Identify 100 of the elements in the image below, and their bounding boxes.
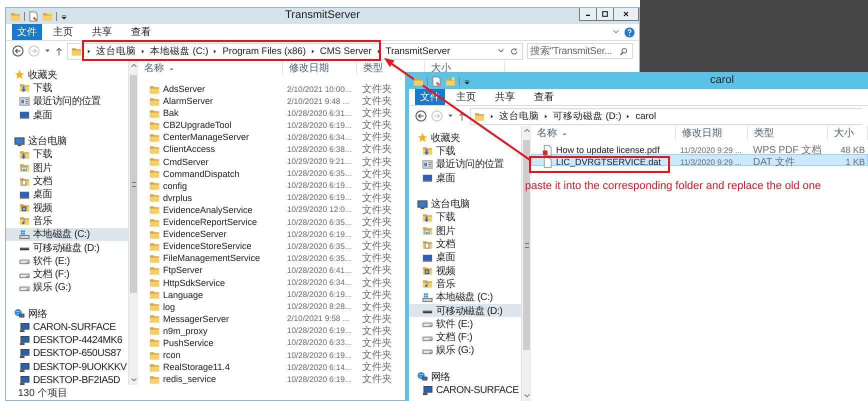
file-row[interactable]: AdsServer 2/10/2021 10:00... 文件夹 (138, 81, 405, 94)
nav-item[interactable]: CARON-SURFACE (6, 320, 128, 334)
up-arrow-icon[interactable] (55, 46, 63, 56)
back-icon[interactable] (415, 110, 427, 122)
folder-icon[interactable] (413, 76, 424, 86)
file-row[interactable]: dvrplus 10/28/2020 6:19... 文件夹 (138, 190, 405, 202)
nav-item[interactable]: DESKTOP-BF2IA5D (6, 374, 128, 388)
column-header[interactable]: 大小 (828, 126, 868, 140)
breadcrumb[interactable]: CMS Server (320, 46, 372, 56)
nav-item[interactable]: DESKTOP-4424MK6 (6, 334, 128, 348)
file-row[interactable]: CenterManageServer 10/28/2020 6:34... 文件夹 (138, 129, 405, 142)
search-field[interactable]: 搜索"TransmitSer... (527, 43, 633, 59)
help-icon[interactable] (624, 26, 635, 38)
breadcrumb[interactable]: 本地磁盘 (C:) (150, 44, 208, 58)
file-row[interactable]: RealStorage11.4 10/28/2020 6:14... 文件夹 (138, 359, 405, 372)
nav-item[interactable]: 下载 (409, 144, 521, 158)
nav-item[interactable]: 可移动磁盘 (D:) (6, 240, 128, 254)
ribbon-tab[interactable]: 共享 (487, 89, 523, 105)
file-row[interactable]: CommandDispatch 10/28/2020 6:35... 文件夹 (138, 166, 405, 178)
address-bar[interactable]: 这台电脑 可移动磁盘 (D:) carol (470, 108, 862, 124)
address-bar[interactable]: 这台电脑 本地磁盘 (C:) Program Files (x86) CMS Server TransmitServer (67, 42, 523, 60)
file-row[interactable]: EvidenceReportService 10/28/2020 6:35... 文件夹 (138, 214, 405, 226)
file-row[interactable]: HttpSdkService 10/28/2020 6:34... 文件夹 (138, 274, 405, 287)
nav-item[interactable]: 视频 (6, 200, 128, 214)
nav-item[interactable]: 桌面 (6, 188, 128, 201)
nav-item[interactable]: 音乐 (6, 214, 128, 228)
column-header[interactable]: 类型 (748, 126, 828, 140)
ribbon-tab[interactable]: 查看 (526, 89, 562, 105)
column-header[interactable]: 修改日期 (283, 61, 357, 75)
nav-item[interactable]: 文档 (F:) (6, 267, 128, 281)
breadcrumb[interactable]: 这台电脑 (96, 44, 136, 58)
nav-item[interactable]: 本地磁盘 (C:) (6, 228, 128, 241)
column-header[interactable]: 名称 (531, 126, 676, 140)
nav-item[interactable]: 软件 (E:) (6, 254, 128, 268)
file-row[interactable]: n9m_proxy 10/28/2020 6:19... 文件夹 (138, 322, 405, 335)
file-row[interactable]: MessagerServer 2/10/2021 9:58 ... 文件夹 (138, 310, 405, 323)
ribbon-tab[interactable]: 主页 (448, 89, 484, 105)
nav-item[interactable]: 娱乐 (G:) (409, 344, 521, 358)
file-row[interactable]: PushService 10/28/2020 6:33... 文件夹 (138, 334, 405, 348)
nav-item[interactable]: 本地磁盘 (C:) (409, 290, 521, 304)
breadcrumb[interactable]: 可移动磁盘 (D:) (553, 110, 622, 122)
nav-item[interactable]: 可移动磁盘 (D:) (409, 304, 521, 318)
file-row[interactable]: FileManagementService 10/28/2020 6:35... 文件夹 (138, 250, 405, 262)
breadcrumb[interactable]: 这台电脑 (499, 110, 539, 122)
breadcrumb[interactable]: TransmitServer (386, 46, 450, 56)
ribbon-tab[interactable]: 共享 (84, 24, 120, 40)
file-row[interactable]: rcon 10/28/2020 6:19... 文件夹 (138, 347, 405, 360)
nav-item[interactable]: 网络 (6, 307, 128, 321)
file-row[interactable]: EvidenceAnalyService 10/29/2020 12:0... 文件夹 (138, 202, 405, 214)
ribbon-tab[interactable]: 查看 (123, 24, 159, 40)
nav-item[interactable]: 这台电脑 (6, 134, 128, 148)
up-arrow-icon[interactable] (458, 110, 466, 122)
nav-item[interactable]: 下载 (409, 210, 521, 224)
scrollbar[interactable] (128, 61, 138, 385)
file-row[interactable]: redis_service 10/28/2020 6:19... 文件夹 (138, 371, 405, 384)
file-tab[interactable]: 文件 (12, 24, 42, 40)
nav-item[interactable]: 桌面 (6, 108, 128, 122)
nav-item[interactable]: 收藏夹 (6, 68, 128, 82)
nav-item[interactable]: 最近访问的位置 (6, 94, 128, 108)
column-header[interactable]: 修改日期 (676, 126, 748, 140)
file-row[interactable]: FtpServer 10/28/2020 6:41... 文件夹 (138, 262, 405, 274)
nav-item[interactable]: DESKTOP-9UOKKKV (6, 360, 128, 374)
file-row[interactable]: Bak 10/28/2020 6:31... 文件夹 (138, 105, 405, 118)
nav-item[interactable]: 收藏夹 (409, 131, 521, 144)
scroll-thumb[interactable] (130, 75, 137, 293)
nav-item[interactable]: CARON-SURFACE (409, 384, 521, 397)
nav-item[interactable]: 文档 (6, 174, 128, 188)
nav-item[interactable]: 桌面 (409, 170, 521, 184)
file-row[interactable]: ClientAccess 10/28/2020 6:38... 文件夹 (138, 141, 405, 154)
breadcrumb[interactable]: carol (635, 110, 656, 122)
nav-item[interactable]: 图片 (409, 224, 521, 238)
nav-item[interactable]: 视频 (409, 264, 521, 278)
file-row[interactable]: EvidenceStoreService 10/28/2020 6:35... 文件夹 (138, 238, 405, 250)
nav-item[interactable]: 网络 (409, 370, 521, 384)
file-row[interactable]: Language 10/28/2020 6:19... 文件夹 (138, 286, 405, 299)
file-row[interactable]: LIC_DVRGTSERVICE.dat 11/3/2020 9:29 ... DAT 文件 1 KB (531, 154, 868, 166)
nav-item[interactable]: 软件 (E:) (409, 317, 521, 330)
nav-item[interactable]: 下载 (6, 81, 128, 95)
refresh-icon[interactable] (510, 46, 519, 56)
file-row[interactable]: How to update license.pdf 11/3/2020 9:29 ... WPS PDF 文档 48 KB (531, 142, 868, 154)
nav-item[interactable]: 文档 (F:) (409, 330, 521, 344)
nav-item[interactable]: 图片 (6, 161, 128, 174)
back-icon[interactable] (12, 45, 24, 57)
ribbon-tab[interactable]: 主页 (45, 24, 81, 40)
file-row[interactable]: config 10/28/2020 6:19... 文件夹 (138, 178, 405, 190)
column-header[interactable]: 名称 (138, 61, 283, 75)
nav-item[interactable]: 娱乐 (G:) (6, 280, 128, 294)
nav-item[interactable]: 音乐 (409, 277, 521, 291)
file-row[interactable]: log 10/28/2020 8:28... 文件夹 (138, 298, 405, 311)
nav-item[interactable]: 最近访问的位置 (409, 158, 521, 171)
nav-item[interactable]: 下载 (6, 148, 128, 162)
file-row[interactable]: CmdServer 10/29/2020 9:21... 文件夹 (138, 154, 405, 166)
file-row[interactable]: AlarmServer 2/10/2021 9:48 ... 文件夹 (138, 93, 405, 106)
nav-item[interactable]: 文档 (409, 237, 521, 251)
breadcrumb[interactable]: Program Files (x86) (222, 46, 306, 56)
nav-item[interactable]: DESKTOP-650US87 (6, 347, 128, 361)
file-row[interactable]: EvidenceServer 10/28/2020 6:19... 文件夹 (138, 226, 405, 238)
nav-item[interactable]: 这台电脑 (409, 197, 521, 211)
nav-item[interactable]: 桌面 (409, 250, 521, 264)
file-row[interactable]: CB2UpgradeTool 10/28/2020 6:19... 文件夹 (138, 117, 405, 130)
